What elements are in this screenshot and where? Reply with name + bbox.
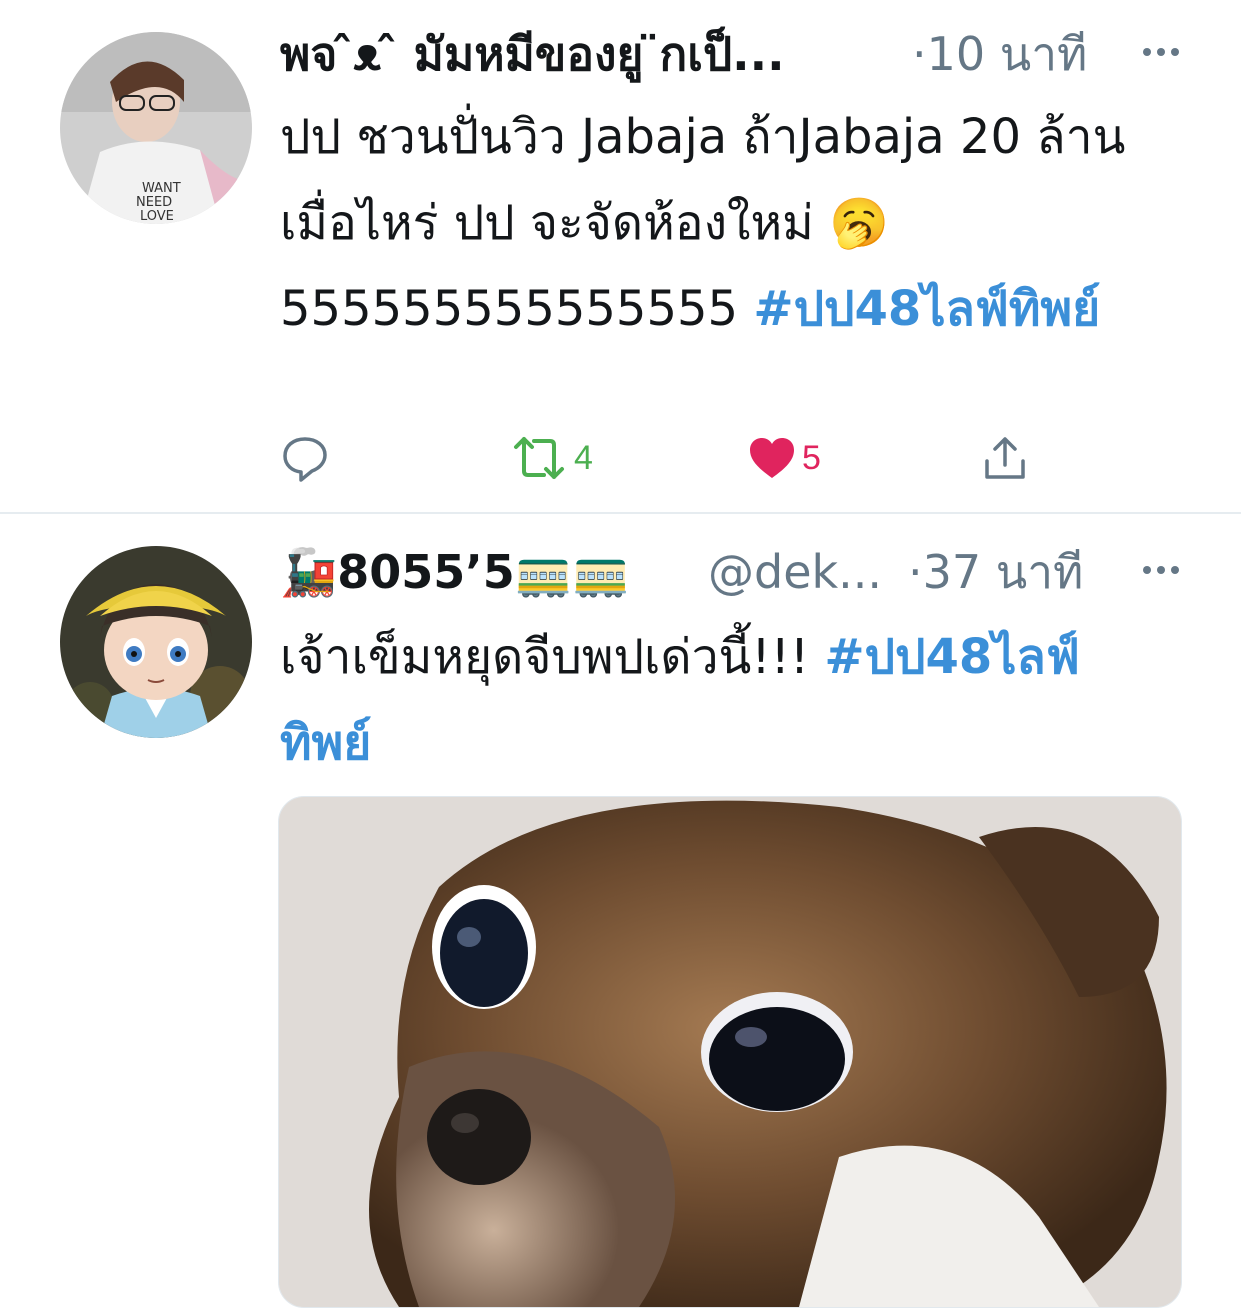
timestamp[interactable]: ·37 นาที [908, 542, 1083, 602]
share-icon [985, 437, 1025, 479]
time-label: 37 นาที [922, 545, 1084, 599]
tweet-actions: 4 5 [280, 432, 1040, 484]
tweet-header: พจ ̂ᴥ ̂ มัมหมีของยู ̈กเป็... ·10 นาที [280, 24, 1181, 84]
time-label: 10 นาที [926, 27, 1088, 81]
tweet-text: เจ้าเข็มหยุดจีบพปเด่วนี้!!! #ปป48ไลฟ์ทิพ… [280, 614, 1170, 786]
hashtag-link[interactable]: #ปป48ไลฟ์ทิพย์ [753, 281, 1100, 337]
retweet-icon [514, 437, 564, 479]
timestamp[interactable]: ·10 นาที [912, 24, 1087, 84]
tweet-media-image[interactable] [278, 796, 1182, 1308]
heart-icon [750, 438, 794, 478]
avatar[interactable]: WANT NEED LOVE [60, 32, 252, 224]
avatar-image [60, 546, 252, 738]
display-name[interactable]: พจ ̂ᴥ ̂ มัมหมีของยู ̈กเป็... [280, 24, 892, 84]
retweet-button[interactable]: 4 [510, 432, 593, 484]
share-button[interactable] [980, 432, 1030, 484]
tweet[interactable]: 🚂8055’5🚃🚃 @dek... ·37 นาที เจ้าเข็มหยุดจ… [0, 514, 1241, 1311]
avatar[interactable] [60, 546, 252, 738]
separator: · [912, 27, 927, 81]
retweet-count: 4 [574, 438, 593, 477]
svg-text:NEED: NEED [136, 195, 172, 210]
svg-text:LOVE: LOVE [140, 209, 174, 224]
like-button[interactable]: 5 [748, 432, 821, 484]
like-count: 5 [802, 438, 821, 477]
tweet[interactable]: WANT NEED LOVE พจ ̂ᴥ ̂ มัมหมีของยู ̈กเป็… [0, 0, 1241, 512]
tweet-text: ปป ชวนปั่นวิว Jabaja ถ้าJabaja 20 ล้านเม… [280, 94, 1170, 352]
tweet-header: 🚂8055’5🚃🚃 @dek... ·37 นาที [280, 542, 1181, 602]
more-options-icon[interactable] [1141, 564, 1181, 576]
display-name[interactable]: 🚂8055’5🚃🚃 [280, 542, 690, 602]
avatar-image: WANT NEED LOVE [60, 32, 252, 224]
user-handle[interactable]: @dek... [708, 542, 908, 602]
more-options-icon[interactable] [1141, 46, 1181, 58]
tweet-body: เจ้าเข็มหยุดจีบพปเด่วนี้!!! [280, 629, 810, 685]
svg-text:WANT: WANT [142, 181, 181, 196]
dog-photo [279, 797, 1181, 1307]
separator: · [908, 545, 923, 599]
reply-button[interactable] [280, 432, 330, 484]
reply-icon [283, 437, 327, 482]
